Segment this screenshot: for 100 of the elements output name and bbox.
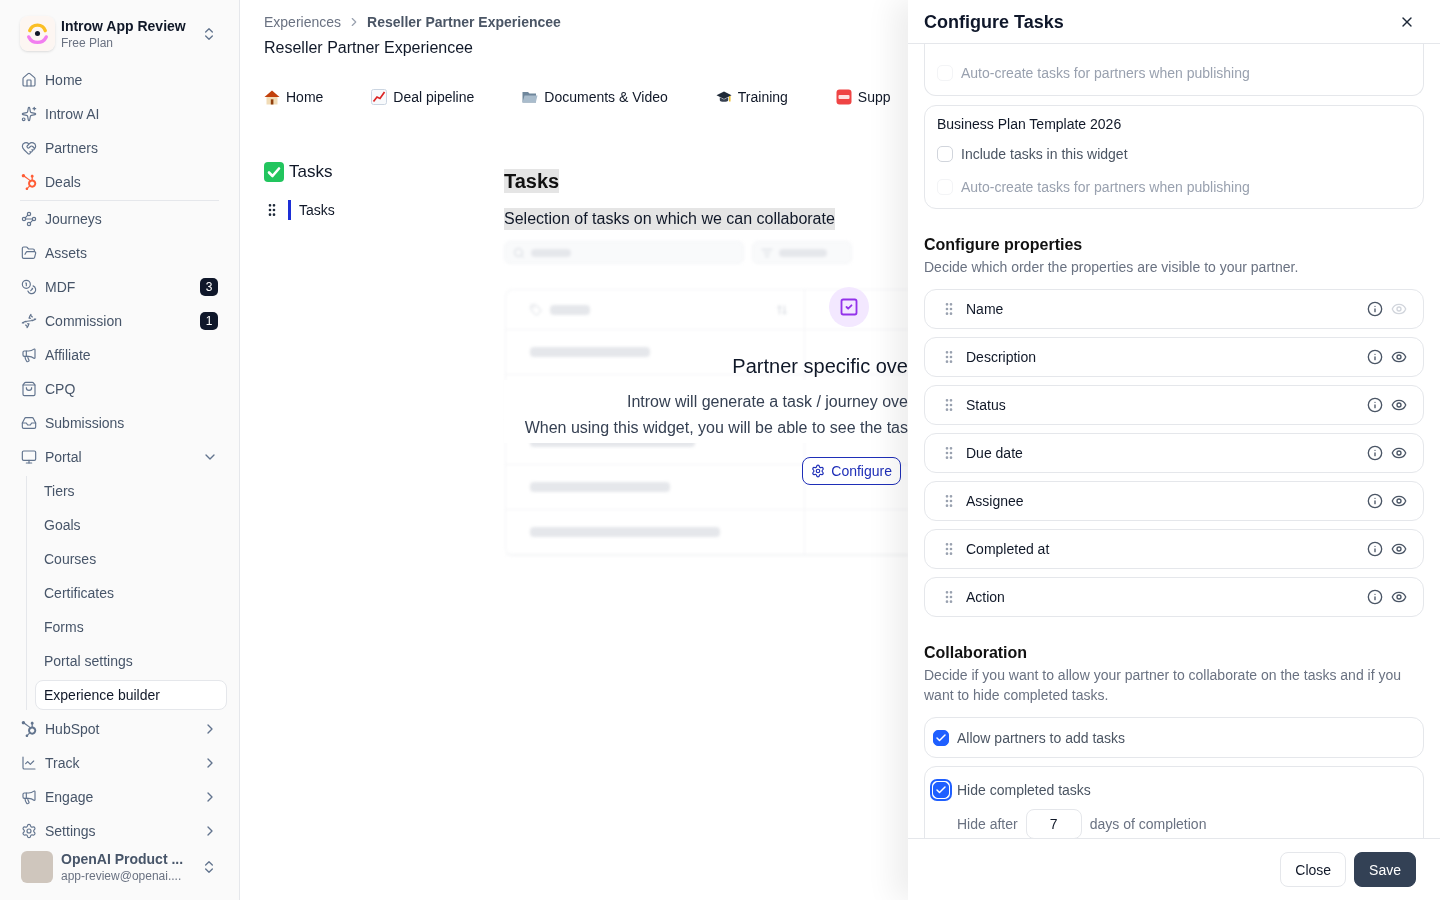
monitor-icon [21, 449, 37, 465]
close-button[interactable]: Close [1280, 852, 1347, 887]
breadcrumb-current: Reseller Partner Experiencee [367, 13, 561, 32]
widget-description: Selection of tasks on which we can collaborate [504, 208, 835, 230]
user-email: app-review@openai.... [61, 868, 183, 884]
chart-icon [371, 89, 388, 105]
info-icon[interactable] [1367, 493, 1383, 509]
megaphone-icon [21, 789, 37, 805]
sidebar-item[interactable]: Tiers [35, 476, 227, 506]
property-label: Description [966, 348, 1038, 367]
sidebar-item[interactable]: Engage [12, 782, 227, 812]
check-box-icon [264, 162, 284, 182]
tab[interactable]: Supp [835, 87, 891, 107]
waypoints-icon [21, 211, 37, 227]
info-icon[interactable] [1367, 589, 1383, 605]
panel-title: Configure Tasks [924, 10, 1064, 34]
sidebar-item[interactable]: Track [12, 748, 227, 778]
sidebar-item[interactable]: Deals [12, 167, 227, 197]
tab[interactable]: Documents & Video [522, 87, 668, 107]
eye-icon[interactable] [1391, 493, 1407, 509]
workspace-name: Introw App Review [61, 16, 187, 35]
info-icon[interactable] [1367, 349, 1383, 365]
property-row[interactable]: Name [924, 289, 1424, 329]
property-row[interactable]: Action [924, 577, 1424, 617]
checkbox[interactable] [933, 729, 949, 746]
user-photo-placeholder [21, 851, 53, 883]
plan-label: Free Plan [61, 34, 115, 51]
page-title: Reseller Partner Experiencee [264, 38, 474, 58]
property-label: Action [966, 588, 1006, 607]
sidebar-item[interactable]: Home [12, 65, 227, 95]
eye-icon[interactable] [1391, 589, 1407, 605]
eye-icon[interactable] [1391, 541, 1407, 557]
sidebar-item[interactable]: Certificates [35, 578, 227, 608]
task-checkbox-icon [829, 287, 869, 327]
sidebar-item[interactable]: Partners [12, 133, 227, 163]
info-icon[interactable] [1367, 541, 1383, 557]
check-icon [935, 784, 947, 796]
logo-icon [20, 16, 55, 51]
days-label: days of completion [1089, 815, 1207, 834]
settings-icon [811, 464, 826, 478]
sidebar-item[interactable]: Journeys [12, 204, 227, 234]
overlay-text: When using this widget, you will be able to see the tas [524, 418, 908, 438]
section-description: Decide which order the properties are visible to your partner. [924, 258, 1300, 277]
option-label: Include tasks in this widget [961, 145, 1128, 164]
sparkles-icon [21, 106, 37, 122]
user-name: OpenAI Product ... [61, 850, 185, 868]
eye-icon[interactable] [1391, 445, 1407, 461]
sidebar-item[interactable]: Affiliate [12, 340, 227, 370]
property-row[interactable]: Description [924, 337, 1424, 377]
eye-icon[interactable] [1391, 349, 1407, 365]
sidebar-item[interactable]: Introw AI [12, 99, 227, 129]
sidebar-item[interactable]: Forms [35, 612, 227, 642]
eye-icon[interactable] [1391, 397, 1407, 413]
graduation-cap-icon [715, 89, 732, 105]
sidebar-item[interactable]: Submissions [12, 408, 227, 438]
property-row[interactable]: Due date [924, 433, 1424, 473]
section-description: Decide if you want to allow your partner to collaborate on the tasks and if you want to hide completed tasks. [924, 666, 1403, 705]
sidebar-item[interactable]: Settings [12, 816, 227, 846]
overlay-title: Partner specific ove [732, 354, 908, 379]
option-label: Auto-create tasks for partners when publishing [961, 178, 1250, 197]
info-icon[interactable] [1367, 397, 1383, 413]
sidebar-item[interactable]: Assets [12, 238, 227, 268]
property-label: Status [966, 396, 1007, 415]
overlay-text: Introw will generate a task / journey ove [626, 392, 908, 412]
dna-icon [21, 313, 37, 329]
property-label: Due date [966, 444, 1024, 463]
tab[interactable]: Training [715, 87, 788, 107]
page-nav-item[interactable]: Tasks [299, 200, 335, 220]
sprocket-icon [21, 721, 37, 737]
sprocket-icon [21, 174, 37, 190]
tab[interactable]: Home [264, 87, 324, 107]
save-button[interactable]: Save [1354, 852, 1416, 887]
sidebar-item[interactable]: MDF 3 [12, 272, 227, 302]
configure-button[interactable]: Configure [802, 457, 901, 485]
sidebar-item[interactable]: Experience builder [35, 680, 227, 710]
days-input[interactable]: 7 [1025, 809, 1082, 838]
sidebar-item[interactable]: Commission 1 [12, 306, 227, 336]
shopping-bag-icon [21, 381, 37, 397]
hide-after-label: Hide after [957, 815, 1018, 834]
inbox-icon [21, 415, 37, 431]
sidebar-item[interactable]: HubSpot [12, 714, 227, 744]
info-icon[interactable] [1367, 445, 1383, 461]
breadcrumb-link[interactable]: Experiences [264, 12, 342, 32]
sidebar-item[interactable]: CPQ [12, 374, 227, 404]
sidebar-item[interactable]: Goals [35, 510, 227, 540]
property-row[interactable]: Completed at [924, 529, 1424, 569]
section-heading: Configure properties [924, 235, 1084, 255]
option-label: Auto-create tasks for partners when publishing [961, 64, 1250, 83]
house-icon [264, 89, 280, 105]
property-label: Name [966, 300, 1005, 319]
option-label: Hide completed tasks [957, 781, 1091, 800]
option-label: Allow partners to add tasks [957, 728, 1126, 748]
sidebar-item[interactable]: Portal settings [35, 646, 227, 676]
sidebar-item[interactable]: Portal [12, 442, 227, 472]
info-icon[interactable] [1367, 301, 1383, 317]
tab[interactable]: Deal pipeline [371, 87, 475, 107]
sidebar-item[interactable]: Courses [35, 544, 227, 574]
property-row[interactable]: Status [924, 385, 1424, 425]
alert-tile-icon [835, 89, 852, 105]
property-row[interactable]: Assignee [924, 481, 1424, 521]
